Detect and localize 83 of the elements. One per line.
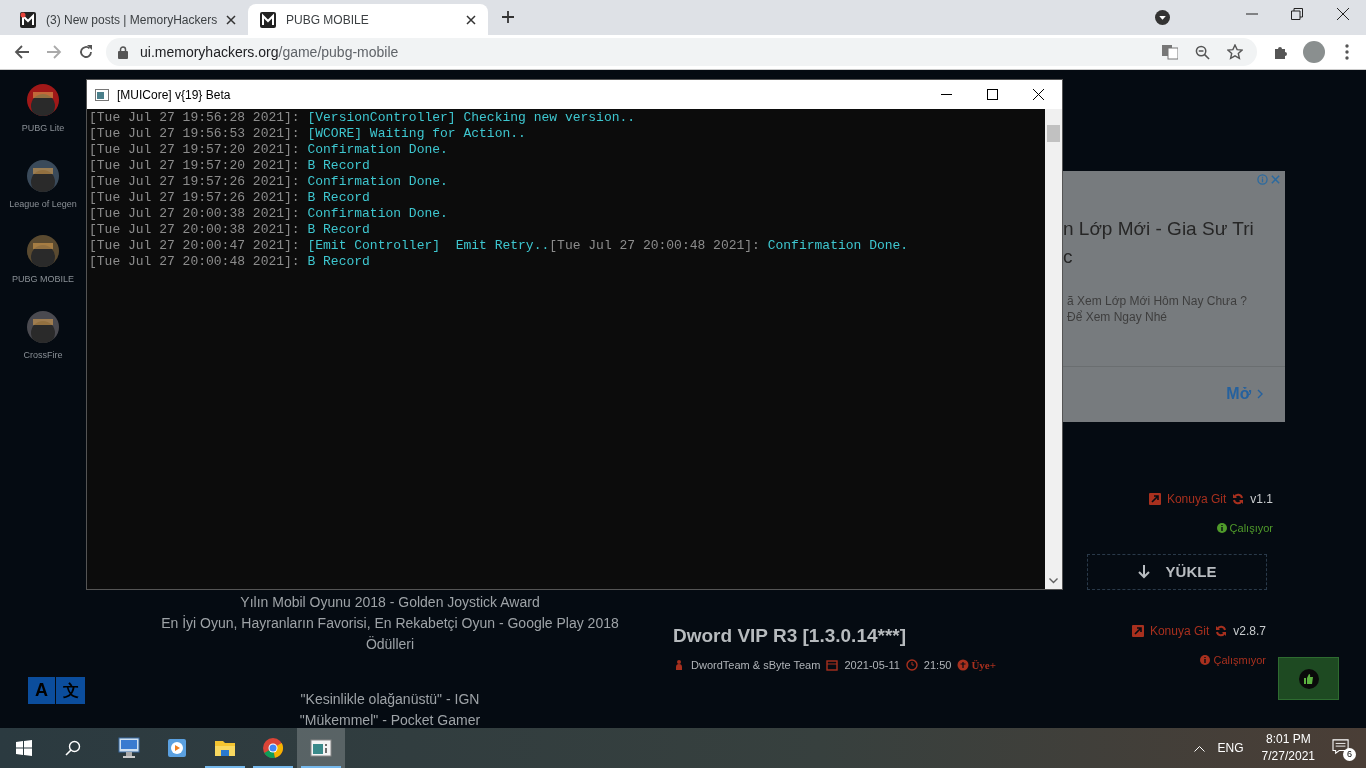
- console-line: [Tue Jul 27 19:56:28 2021]: [VersionController] Checking new version..: [89, 110, 637, 126]
- version-text: v1.1: [1250, 490, 1273, 508]
- product-title[interactable]: Dword VIP R3 [1.3.0.14***]: [673, 622, 996, 651]
- menu-icon[interactable]: [1345, 44, 1349, 60]
- description-text: En İyi Oyun, Hayranların Favorisi, En Rekabetçi Oyun - Google Play 2018 Ödülleri: [160, 614, 620, 654]
- translate-page-icon[interactable]: [1162, 44, 1178, 60]
- member-tag: Üye+: [971, 656, 996, 673]
- clock-date[interactable]: 7/27/2021: [1261, 748, 1315, 765]
- description-text: "Mükemmel" - Pocket Gamer: [299, 711, 481, 728]
- ad-headline: c: [1063, 245, 1074, 269]
- site-logo-icon: [260, 11, 276, 28]
- lock-icon: [118, 45, 128, 59]
- author-name[interactable]: DwordTeam & sByte Team: [691, 656, 821, 673]
- tab-title: (3) New posts | MemoryHackers: [46, 11, 219, 29]
- tray-caret-icon[interactable]: [1193, 744, 1205, 752]
- scroll-thumb[interactable]: [1047, 125, 1060, 142]
- external-link-icon: [1131, 625, 1144, 637]
- scroll-down-icon[interactable]: [1049, 578, 1058, 584]
- version-text: v2.8.7: [1233, 623, 1266, 640]
- info-icon: [1216, 522, 1227, 533]
- start-icon[interactable]: [16, 740, 32, 756]
- maximize-icon[interactable]: [987, 89, 998, 100]
- bookmark-star-icon[interactable]: [1227, 44, 1243, 60]
- chevron-right-icon: [1257, 389, 1263, 399]
- post-date: 2021-05-11: [844, 657, 900, 673]
- game-label[interactable]: CrossFire: [23, 348, 63, 362]
- search-icon[interactable]: [65, 740, 81, 756]
- tab-title: PUBG MOBILE: [286, 11, 370, 29]
- game-label[interactable]: League of Legen: [9, 197, 77, 211]
- ad-text: Để Xem Ngay Nhé: [1066, 309, 1169, 325]
- address-bar[interactable]: ui.memoryhackers.org/game/pubg-mobile: [106, 38, 1257, 66]
- description-text: Yılın Mobil Oyunu 2018 - Golden Joystick Award: [240, 593, 540, 612]
- zoom-out-icon[interactable]: [1195, 44, 1210, 60]
- url-text: ui.memoryhackers.org/game/pubg-mobile: [140, 42, 399, 62]
- info-icon: [1200, 655, 1211, 666]
- extensions-icon[interactable]: [1273, 44, 1289, 60]
- console-line: [Tue Jul 27 20:00:38 2021]: Confirmation Done.: [89, 206, 449, 222]
- profile-avatar[interactable]: [1303, 41, 1325, 63]
- user-icon: [673, 658, 685, 671]
- member-icon: [957, 658, 970, 671]
- console-icon[interactable]: [297, 728, 345, 768]
- status-text: Çalışıyor: [1229, 520, 1273, 536]
- calendar-icon: [826, 658, 839, 671]
- ad-headline: n Lớp Mới - Gia Sư Tri: [1063, 217, 1255, 241]
- browser-tab[interactable]: (3) New posts | MemoryHackers: [8, 4, 248, 35]
- thumbs-up-icon: [1298, 668, 1319, 689]
- clock-icon: [905, 658, 918, 671]
- scrollbar[interactable]: [1045, 109, 1062, 589]
- clock-time[interactable]: 8:01 PM: [1265, 731, 1311, 748]
- post-time: 21:50: [923, 657, 952, 673]
- console-line: [Tue Jul 27 19:57:26 2021]: Confirmation Done.: [89, 174, 449, 190]
- console-line: [Tue Jul 27 20:00:38 2021]: B Record: [89, 222, 371, 238]
- window-title: [MUICore] v{19} Beta: [117, 86, 231, 104]
- restore-icon[interactable]: [1291, 8, 1303, 20]
- back-icon[interactable]: [14, 44, 30, 60]
- game-label[interactable]: PUBG MOBILE: [12, 273, 74, 287]
- reload-icon[interactable]: [78, 44, 94, 60]
- like-button[interactable]: [1278, 657, 1339, 700]
- console-line: [Tue Jul 27 19:56:53 2021]: [WCORE] Waiting for Action..: [89, 126, 527, 142]
- new-tab-icon[interactable]: [500, 9, 516, 25]
- console-app-icon: [95, 88, 109, 101]
- refresh-icon: [1215, 625, 1228, 637]
- console-line: [Tue Jul 27 19:57:20 2021]: B Record: [89, 158, 371, 174]
- console-line: [Tue Jul 27 19:57:20 2021]: Confirmation Done.: [89, 142, 449, 158]
- browser-tab[interactable]: PUBG MOBILE: [248, 4, 488, 35]
- external-link-icon: [1148, 492, 1161, 505]
- close-tab-icon[interactable]: [466, 14, 476, 25]
- tab-search-icon[interactable]: [1155, 10, 1170, 25]
- game-label[interactable]: PUBG Lite: [21, 122, 65, 136]
- console-line: [Tue Jul 27 19:57:26 2021]: B Record: [89, 190, 371, 206]
- refresh-icon: [1232, 492, 1245, 505]
- description-text: "Kesinlikle olağanüstü" - IGN: [300, 690, 480, 709]
- site-logo-icon: [20, 11, 36, 28]
- ad-text: ã Xem Lớp Mới Hôm Nay Chưa ?: [1066, 293, 1248, 309]
- console-line: [Tue Jul 27 20:00:47 2021]: [Emit Controller] Emit Retry..[Tue Jul 27 20:00:48 2021]: Confirmation Done.: [89, 238, 910, 254]
- language-indicator[interactable]: ENG: [1217, 739, 1244, 757]
- arrow-down-icon: [1137, 565, 1150, 579]
- download-button[interactable]: YÜKLE: [1087, 554, 1267, 590]
- console-line: [Tue Jul 27 20:00:48 2021]: B Record: [89, 254, 371, 270]
- close-tab-icon[interactable]: [226, 14, 236, 25]
- close-icon[interactable]: [1337, 8, 1349, 20]
- close-icon[interactable]: [1033, 89, 1044, 100]
- status-text: Çalışmıyor: [1213, 653, 1266, 668]
